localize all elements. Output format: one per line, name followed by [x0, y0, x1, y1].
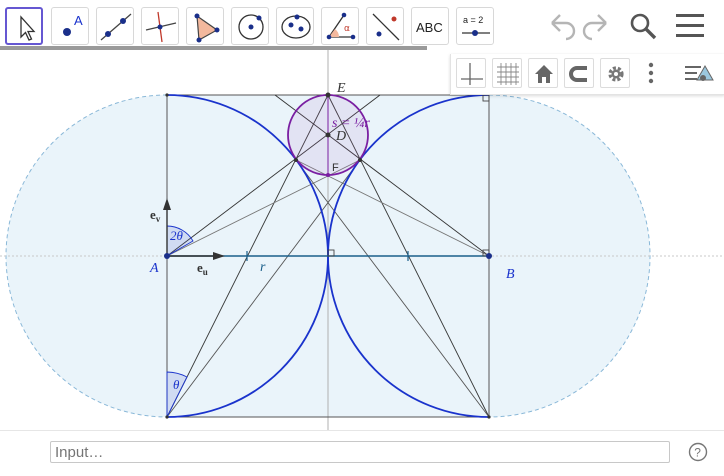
hamburger-menu-icon — [676, 14, 704, 37]
geometry-canvas[interactable]: A B E D F s = ¼r r 2θ θ ev eu — [0, 50, 724, 430]
tool-slider[interactable]: a = 2 — [456, 7, 494, 45]
graphics-style-bar — [450, 54, 724, 95]
intersection-left — [294, 158, 298, 162]
home-icon — [535, 65, 553, 83]
label-theta: θ — [173, 377, 180, 392]
point-f[interactable] — [326, 173, 330, 177]
label-b: B — [506, 267, 515, 282]
label-r: r — [260, 260, 266, 275]
toggle-style-bar-button[interactable] — [681, 58, 717, 88]
reflect-icon — [372, 13, 400, 41]
point-tool-label: A — [74, 13, 83, 28]
angle-icon: α — [326, 12, 356, 40]
main-menu-button[interactable] — [672, 8, 712, 44]
tool-perpendicular[interactable] — [141, 7, 179, 45]
point-b[interactable] — [486, 253, 492, 259]
more-dots-icon — [648, 62, 654, 84]
line-icon — [100, 13, 132, 41]
toggle-grid-button[interactable] — [492, 58, 522, 88]
help-icon: ? — [688, 442, 708, 462]
settings-gear-icon — [608, 66, 624, 82]
label-s-equation: s = ¼r — [332, 116, 370, 131]
redo-button[interactable] — [578, 8, 618, 44]
tool-point[interactable]: A — [51, 7, 89, 45]
input-bar: ? — [0, 430, 724, 476]
toolbar: A α ABC a = 2 — [0, 0, 724, 50]
intersection-right — [358, 158, 362, 162]
tool-circle[interactable] — [231, 7, 269, 45]
label-two-theta: 2θ — [170, 228, 184, 243]
polygon-icon — [194, 13, 220, 43]
help-label: ? — [694, 446, 701, 460]
label-a: A — [149, 261, 159, 276]
axes-icon — [461, 63, 483, 85]
undo-button[interactable] — [540, 8, 580, 44]
settings-button[interactable] — [600, 58, 630, 88]
search-button[interactable] — [624, 8, 664, 44]
search-icon — [630, 13, 657, 40]
tool-reflect[interactable] — [366, 7, 404, 45]
undo-icon — [551, 14, 576, 41]
standard-view-button[interactable] — [528, 58, 558, 88]
corner-top-left — [165, 93, 169, 97]
move-arrow-icon — [20, 15, 36, 41]
grid-icon — [497, 63, 519, 85]
input-help-button[interactable]: ? — [688, 442, 708, 462]
redo-icon — [582, 14, 607, 41]
tool-line[interactable] — [96, 7, 134, 45]
corner-bottom-right — [487, 415, 491, 419]
circle-center-point-icon — [238, 14, 264, 40]
corner-bottom-left — [165, 415, 169, 419]
snap-magnet-icon — [569, 66, 587, 82]
label-d: D — [335, 129, 346, 144]
perpendicular-line-icon — [145, 11, 177, 43]
point-d[interactable] — [325, 132, 331, 138]
graphics-view[interactable]: A B E D F s = ¼r r 2θ θ ev eu — [0, 50, 724, 430]
point-capturing-button[interactable] — [564, 58, 594, 88]
slider-icon: a = 2 — [462, 15, 490, 36]
slider-tool-label: a = 2 — [463, 15, 483, 25]
point-a[interactable] — [164, 253, 170, 259]
tool-angle[interactable]: α — [321, 7, 359, 45]
label-f: F — [332, 162, 339, 174]
algebra-input-field[interactable] — [50, 441, 670, 463]
tool-ellipse[interactable] — [276, 7, 314, 45]
point-icon: A — [63, 13, 83, 36]
left-shaded-region — [6, 95, 167, 417]
tool-move[interactable] — [5, 7, 43, 45]
toggle-axes-button[interactable] — [456, 58, 486, 88]
more-options-button[interactable] — [639, 58, 663, 88]
toggle-stylebar-icon — [685, 64, 714, 81]
text-tool-label: ABC — [416, 20, 443, 35]
point-e[interactable] — [325, 92, 331, 98]
svg-text:α: α — [344, 24, 350, 34]
tool-text[interactable]: ABC — [411, 7, 449, 45]
text-icon: ABC — [416, 20, 443, 35]
label-e: E — [336, 81, 346, 96]
ellipse-icon — [281, 14, 311, 39]
tool-polygon[interactable] — [186, 7, 224, 45]
